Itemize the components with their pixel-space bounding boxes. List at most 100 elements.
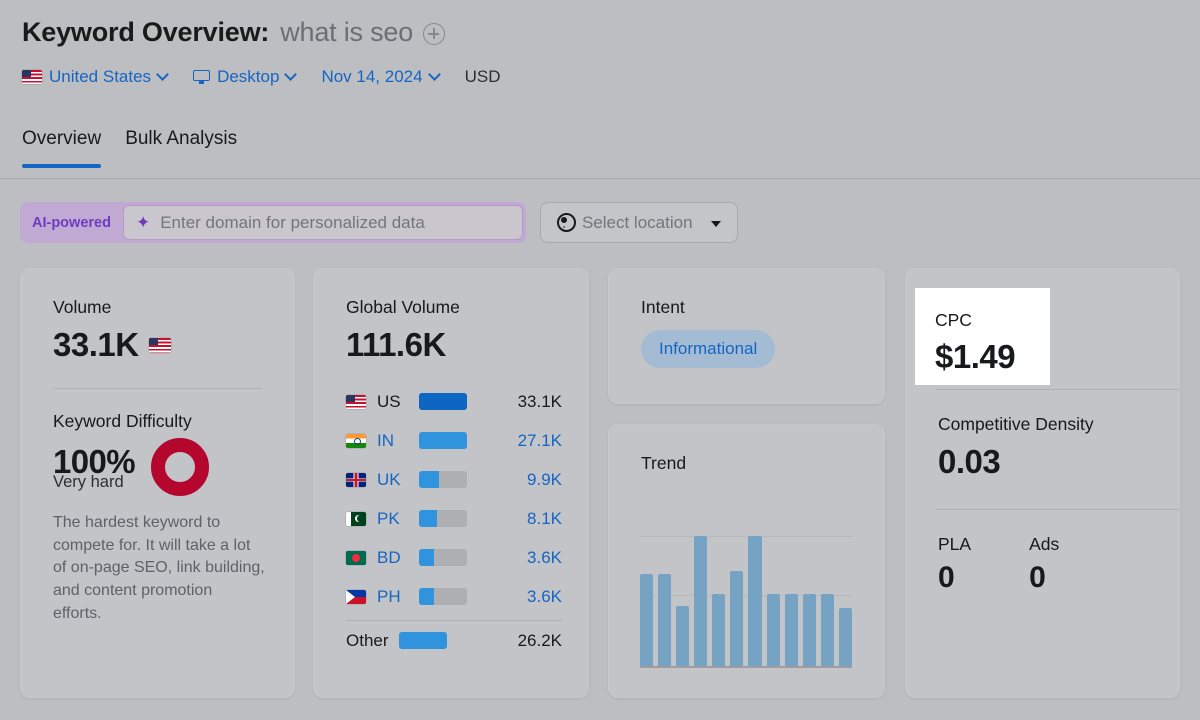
monitor-icon bbox=[193, 69, 211, 85]
country-volume-bar bbox=[419, 588, 467, 605]
country-selector[interactable]: United States bbox=[22, 67, 169, 87]
country-row: UK 9.9K bbox=[346, 460, 562, 499]
country-volume-list: US 33.1K IN 27.1K UK 9.9K PK 8.1K BD 3.6K PH 3.6K bbox=[346, 382, 562, 616]
page-title-row: Keyword Overview: what is seo bbox=[22, 12, 500, 52]
other-label: Other bbox=[346, 630, 389, 650]
ads-label: Ads bbox=[1029, 534, 1060, 554]
country-volume-bar bbox=[419, 549, 467, 566]
tab-bar: Overview Bulk Analysis bbox=[22, 128, 237, 168]
trend-bar bbox=[676, 606, 690, 666]
competitive-density-section: Competitive Density 0.03 bbox=[938, 414, 1149, 481]
tab-bulk-analysis[interactable]: Bulk Analysis bbox=[125, 128, 237, 168]
in-flag-icon bbox=[346, 433, 366, 448]
ads-value: 0 bbox=[1029, 561, 1046, 594]
device-selector[interactable]: Desktop bbox=[193, 67, 298, 87]
sparkle-icon: ✦ bbox=[135, 213, 151, 232]
date-label: Nov 14, 2024 bbox=[321, 67, 423, 86]
country-code: PK bbox=[377, 508, 400, 528]
chevron-down-icon bbox=[156, 67, 169, 81]
trend-bar bbox=[712, 593, 726, 666]
volume-card: Volume 33.1K Keyword Difficulty 100% Ver… bbox=[20, 268, 295, 698]
country-code: UK bbox=[377, 469, 401, 489]
device-label: Desktop bbox=[217, 67, 280, 86]
country-volume-value: 9.9K bbox=[527, 469, 562, 489]
trend-bar bbox=[784, 593, 798, 666]
volume-value-row: 33.1K bbox=[53, 326, 264, 364]
global-volume-label: Global Volume bbox=[346, 297, 460, 317]
trend-bar bbox=[766, 593, 780, 666]
domain-input[interactable]: ✦ Enter domain for personalized data bbox=[122, 205, 523, 240]
uk-flag-icon bbox=[346, 472, 366, 487]
trend-bars bbox=[640, 505, 852, 666]
volume-card-body: Volume 33.1K bbox=[21, 269, 294, 364]
card-divider bbox=[936, 389, 1179, 390]
global-volume-card: Global Volume 111.6K US 33.1K IN 27.1K UK 9.9… bbox=[313, 268, 589, 698]
pla-label: PLA bbox=[938, 534, 972, 554]
trend-card-body: Trend bbox=[609, 425, 884, 474]
search-row: AI-powered ✦ Enter domain for personaliz… bbox=[20, 202, 738, 243]
other-value: 26.2K bbox=[517, 630, 562, 650]
tab-overview[interactable]: Overview bbox=[22, 128, 102, 168]
country-row: US 33.1K bbox=[346, 382, 562, 421]
intent-card-body: Intent Informational bbox=[609, 269, 884, 368]
trend-bar bbox=[640, 574, 654, 666]
intent-label: Intent bbox=[641, 297, 685, 317]
kd-value-row: 100% Very hard bbox=[53, 438, 264, 496]
intent-badge[interactable]: Informational bbox=[641, 330, 776, 368]
keyword-text: what is seo bbox=[280, 16, 414, 47]
country-volume-bar bbox=[419, 471, 467, 488]
us-flag-icon bbox=[148, 337, 171, 353]
country-row: BD 3.6K bbox=[346, 538, 562, 577]
plus-circle-icon[interactable] bbox=[423, 23, 446, 45]
country-label: United States bbox=[49, 67, 152, 86]
trend-bar bbox=[694, 535, 708, 666]
trend-bar bbox=[730, 571, 744, 666]
country-volume-value: 3.6K bbox=[527, 586, 562, 606]
country-volume-value: 8.1K bbox=[527, 508, 562, 528]
tab-divider bbox=[0, 178, 1200, 179]
us-flag-icon bbox=[22, 70, 42, 84]
country-row: IN 27.1K bbox=[346, 421, 562, 460]
kd-section: Keyword Difficulty 100% Very hard The ha… bbox=[21, 389, 294, 626]
us-flag-icon bbox=[346, 394, 366, 409]
trend-axis bbox=[640, 666, 852, 668]
location-selector[interactable]: Select location bbox=[539, 202, 738, 243]
cpc-metric: CPC $1.49 bbox=[935, 310, 1016, 376]
global-volume-value: 111.6K bbox=[346, 326, 446, 363]
country-row: PK 8.1K bbox=[346, 499, 562, 538]
kd-donut-gauge bbox=[151, 438, 210, 496]
volume-label: Volume bbox=[53, 297, 112, 317]
location-pin-icon bbox=[556, 213, 576, 232]
keyword-difficulty-label: Keyword Difficulty bbox=[53, 411, 192, 431]
ai-powered-badge: AI-powered bbox=[32, 214, 111, 231]
country-code: PH bbox=[377, 586, 401, 606]
keyword-overview-page: Keyword Overview: what is seo United Sta… bbox=[0, 0, 1200, 720]
country-volume-value: 27.1K bbox=[517, 430, 562, 450]
trend-bar bbox=[748, 535, 762, 666]
country-code: BD bbox=[377, 547, 401, 567]
pk-flag-icon bbox=[346, 511, 366, 526]
trend-bar bbox=[802, 593, 816, 666]
country-code: US bbox=[377, 391, 401, 411]
ph-flag-icon bbox=[346, 589, 366, 604]
country-volume-bar bbox=[419, 432, 467, 449]
chevron-down-icon bbox=[427, 67, 441, 81]
kd-level: Very hard bbox=[53, 472, 124, 491]
filter-bar: United States Desktop Nov 14, 2024 USD bbox=[22, 67, 500, 87]
kd-description: The hardest keyword to compete for. It w… bbox=[53, 514, 265, 622]
competitive-density-value: 0.03 bbox=[938, 443, 1001, 480]
currency-label: USD bbox=[464, 67, 501, 86]
location-placeholder: Select location bbox=[581, 212, 693, 232]
trend-bar bbox=[838, 608, 852, 666]
pla-value: 0 bbox=[938, 561, 955, 594]
country-volume-value: 3.6K bbox=[527, 547, 562, 567]
country-code: IN bbox=[377, 430, 394, 450]
date-selector[interactable]: Nov 14, 2024 bbox=[321, 67, 441, 87]
other-volume-bar bbox=[399, 632, 447, 649]
country-row-other: Other 26.2K bbox=[346, 621, 562, 660]
chevron-down-icon bbox=[710, 220, 721, 227]
page-header: Keyword Overview: what is seo United Sta… bbox=[22, 12, 500, 87]
domain-input-placeholder: Enter domain for personalized data bbox=[160, 212, 425, 232]
page-title: Keyword Overview: bbox=[22, 16, 270, 47]
trend-label: Trend bbox=[641, 453, 687, 473]
